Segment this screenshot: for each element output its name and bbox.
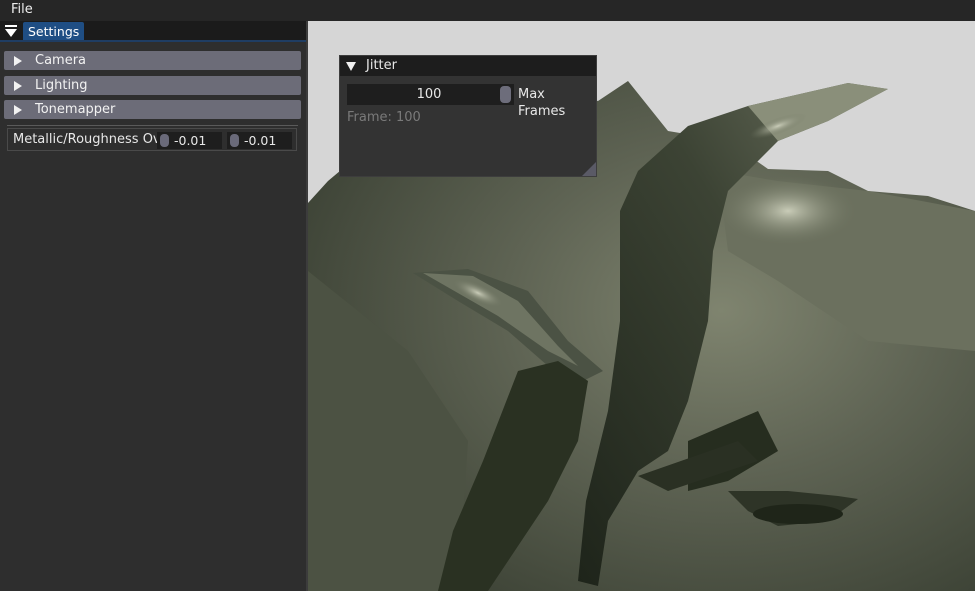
section-tonemapper-header[interactable]: Tonemapper: [4, 100, 301, 119]
expand-triangle-icon: [14, 105, 22, 115]
drag-handle[interactable]: [160, 134, 169, 147]
roughness-override-field[interactable]: -0.01: [227, 132, 292, 149]
metallic-override-field[interactable]: -0.01: [157, 132, 222, 149]
settings-panel: Settings Camera Lighting Tonemapper Meta…: [0, 21, 308, 591]
section-label: Camera: [35, 53, 87, 68]
max-frames-label: Max Frames: [518, 87, 566, 119]
file-menu[interactable]: File: [11, 2, 33, 17]
roughness-value: -0.01: [244, 133, 277, 148]
expand-triangle-icon: [14, 81, 22, 91]
metallic-value: -0.01: [174, 133, 207, 148]
section-label: Lighting: [35, 78, 88, 93]
metallic-roughness-label: Metallic/Roughness Ove: [13, 132, 169, 147]
tab-settings[interactable]: Settings: [23, 22, 85, 41]
expand-triangle-icon: [14, 56, 22, 66]
jitter-window: Jitter 100 Max Frames Frame: 100: [339, 55, 597, 177]
collapse-arrow-icon[interactable]: [5, 24, 17, 38]
menu-bar: File: [0, 0, 975, 21]
jitter-titlebar[interactable]: Jitter: [340, 56, 596, 76]
section-lighting-header[interactable]: Lighting: [4, 76, 301, 95]
settings-panel-titlebar: Settings: [0, 21, 306, 42]
drag-handle[interactable]: [230, 134, 239, 147]
jitter-title: Jitter: [366, 58, 397, 73]
section-camera-header[interactable]: Camera: [4, 51, 301, 70]
max-frames-value: 100: [416, 87, 442, 102]
resize-grip-icon[interactable]: [582, 162, 596, 176]
slider-grab-handle[interactable]: [500, 86, 511, 103]
section-label: Tonemapper: [35, 102, 116, 117]
frame-counter: Frame: 100: [347, 110, 421, 125]
tab-underline: [0, 40, 306, 42]
collapse-triangle-icon[interactable]: [346, 62, 356, 71]
divider: [7, 125, 298, 126]
max-frames-slider[interactable]: 100: [347, 84, 514, 105]
metallic-roughness-row: Metallic/Roughness Ove -0.01 -0.01: [7, 128, 297, 151]
